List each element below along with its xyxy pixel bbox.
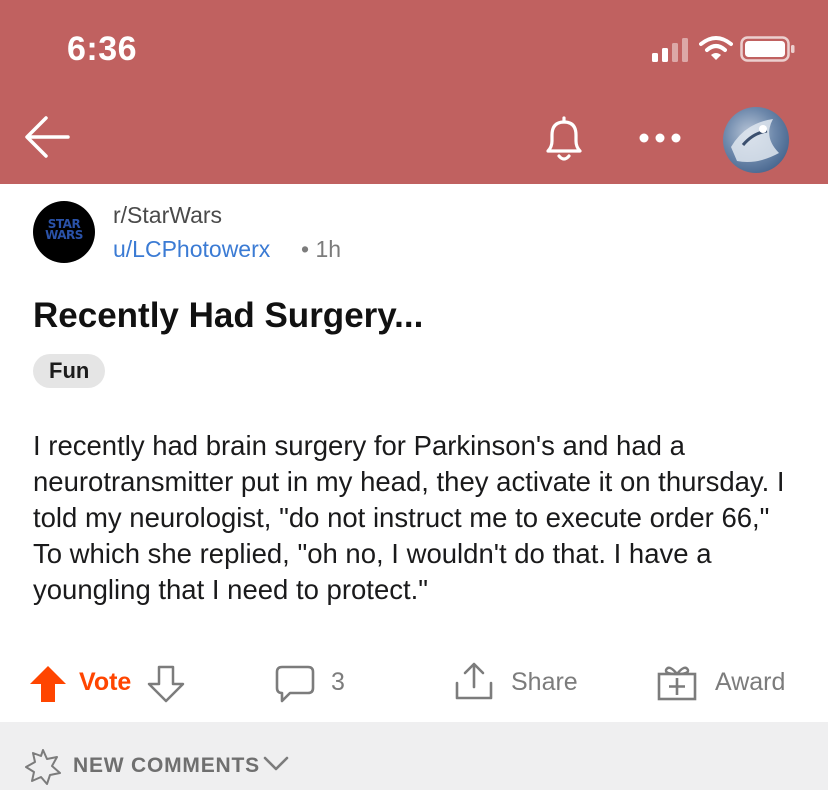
- post-age-value: 1h: [315, 236, 342, 262]
- award-icon[interactable]: [656, 662, 698, 702]
- post-age: • 1h: [301, 236, 341, 263]
- post-body: I recently had brain surgery for Parkins…: [33, 430, 785, 605]
- downvote-icon[interactable]: [146, 664, 186, 704]
- flair-badge[interactable]: Fun: [33, 354, 106, 388]
- post-title: Recently Had Surgery...: [33, 296, 424, 335]
- status-time: 6:36: [67, 30, 138, 68]
- more-icon[interactable]: [638, 132, 682, 144]
- back-arrow-icon[interactable]: [22, 112, 72, 162]
- share-icon[interactable]: [454, 661, 494, 703]
- subreddit-logo-text: STAR WARS: [45, 217, 83, 242]
- award-button[interactable]: Award: [715, 668, 785, 697]
- comment-icon[interactable]: [274, 664, 316, 704]
- signal-icon: [652, 38, 688, 62]
- user-avatar[interactable]: [723, 107, 789, 173]
- wifi-icon: [699, 36, 733, 60]
- vote-label: Vote: [79, 668, 132, 696]
- sparkle-icon: [25, 749, 61, 785]
- new-comments-sort[interactable]: NEW COMMENTS: [73, 754, 260, 778]
- bell-icon[interactable]: [538, 113, 590, 165]
- subreddit-name[interactable]: r/StarWars: [113, 202, 222, 229]
- share-button[interactable]: Share: [511, 668, 578, 697]
- battery-icon: [740, 36, 795, 62]
- subreddit-icon[interactable]: STAR WARS: [33, 201, 95, 263]
- meta-separator: •: [301, 236, 310, 262]
- chevron-down-icon[interactable]: [262, 754, 290, 772]
- post-author[interactable]: u/LCPhotowerx: [113, 236, 270, 263]
- app-header: 6:36: [0, 0, 828, 184]
- comment-count[interactable]: 3: [331, 668, 345, 697]
- upvote-icon[interactable]: [28, 664, 68, 704]
